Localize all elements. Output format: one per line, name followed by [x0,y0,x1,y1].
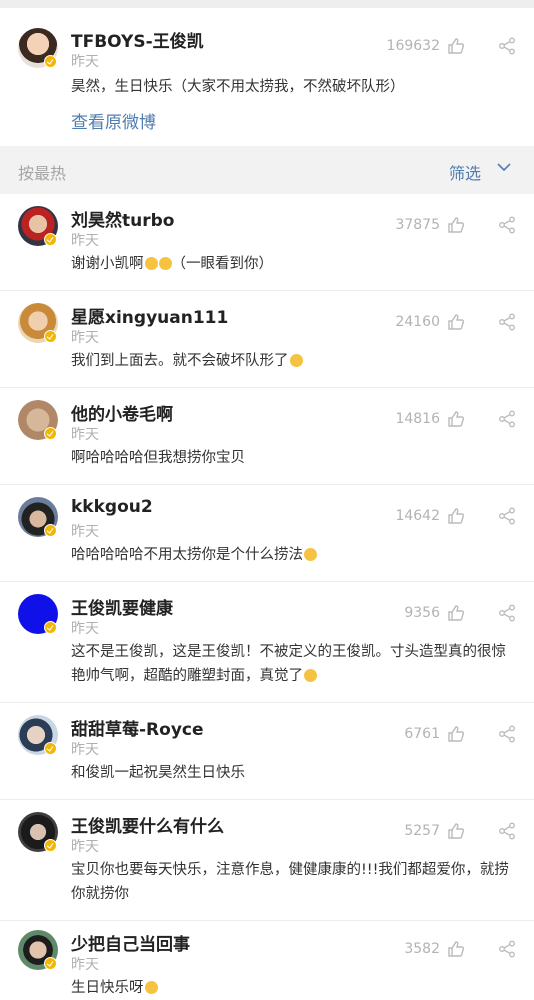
commenter-name[interactable]: 甜甜草莓-Royce [71,715,204,740]
share-icon[interactable] [498,37,516,55]
comment-item: 刘昊然turbo 昨天 37875 谢谢小凯啊 （一眼看到你） [0,194,534,291]
emoji-icon [158,257,172,270]
chevron-down-icon[interactable] [497,162,511,172]
thumb-up-icon[interactable] [447,725,465,743]
comment-item: 他的小卷毛啊 昨天 14816 啊哈哈哈哈但我想捞你宝贝 [0,388,534,485]
thumb-up-icon[interactable] [447,604,465,622]
comment-time: 昨天 [71,957,99,973]
thumb-up-icon[interactable] [447,410,465,428]
share-icon[interactable] [498,822,516,840]
original-post: TFBOYS-王俊凯 昨天 169632 昊然，生日快乐（大家不用太捞我，不然破… [0,8,534,146]
comment-like-count: 9356 [404,605,440,621]
comment-text-part: 我们到上面去。就不会破坏队形了 [71,353,289,369]
comment-text: 这不是王俊凯，这是王俊凯！不被定义的王俊凯。寸头造型真的很惊 [71,644,506,660]
emoji-icon [304,548,317,561]
post-like-count: 169632 [386,38,440,54]
verified-badge-icon [44,621,57,634]
top-separator [0,0,534,8]
comment-like-count: 14816 [395,411,440,427]
comment-like-count: 6761 [404,726,440,742]
commenter-name[interactable]: 王俊凯要什么有什么 [71,812,224,837]
comment-time: 昨天 [71,427,99,443]
comment-text: 和俊凯一起祝昊然生日快乐 [71,765,245,781]
emoji-icon [289,354,303,367]
commenter-name[interactable]: 星愿xingyuan111 [71,303,228,328]
commenter-name[interactable]: 刘昊然turbo [71,206,174,231]
comment-like-count: 5257 [404,823,440,839]
comment-text-part: 谢谢小凯啊 [71,256,144,272]
share-icon[interactable] [498,216,516,234]
comment-time: 昨天 [71,330,99,346]
commenter-name[interactable]: kkkgou2 [71,497,153,517]
commenter-name[interactable]: 他的小卷毛啊 [71,400,173,425]
comment-time: 昨天 [71,621,99,637]
commenter-name[interactable]: 少把自己当回事 [71,930,190,955]
filter-button[interactable]: 筛选 [449,160,481,184]
comment-item: 王俊凯要健康 昨天 9356 这不是王俊凯，这是王俊凯！不被定义的王俊凯。寸头造… [0,582,534,703]
comment-text: 谢谢小凯啊 （一眼看到你） [71,252,273,276]
thumb-up-icon[interactable] [447,313,465,331]
thumb-up-icon[interactable] [447,507,465,525]
share-icon[interactable] [498,604,516,622]
verified-badge-icon [44,427,57,440]
verified-badge-icon [44,524,57,537]
verified-badge-icon [44,839,57,852]
post-text: 昊然，生日快乐（大家不用太捞我，不然破坏队形） [71,79,405,95]
thumb-up-icon[interactable] [447,940,465,958]
comment-text: 宝贝你也要每天快乐，注意作息，健健康康的!!!我们都超爱你，就捞 [71,862,509,878]
sort-filter-bar: 按最热 筛选 [0,146,534,194]
thumb-up-icon[interactable] [447,37,465,55]
verified-badge-icon [44,742,57,755]
comment-text: 我们到上面去。就不会破坏队形了 [71,349,303,373]
emoji-icon [144,257,158,270]
comment-like-count: 3582 [404,941,440,957]
verified-badge-icon [44,330,57,343]
verified-badge-icon [44,957,57,970]
comment-text-line2: 艳帅气啊，超酷的雕塑封面，真觉了 [71,664,317,688]
share-icon[interactable] [498,725,516,743]
comment-time: 昨天 [71,839,99,855]
comment-text-line2: 你就捞你 [71,886,129,902]
comment-text-part: 艳帅气啊，超酷的雕塑封面，真觉了 [71,668,303,684]
emoji-icon [304,669,317,682]
comment-time: 昨天 [71,524,99,540]
comment-like-count: 37875 [395,217,440,233]
share-icon[interactable] [498,940,516,958]
comment-text-part: 哈哈哈哈哈不用太捞你是个什么捞法 [71,547,303,563]
comment-item: 甜甜草莓-Royce 昨天 6761 和俊凯一起祝昊然生日快乐 [0,703,534,800]
comment-like-count: 14642 [395,508,440,524]
comment-like-count: 24160 [395,314,440,330]
comment-text-part: （一眼看到你） [171,256,274,272]
commenter-name[interactable]: 王俊凯要健康 [71,594,173,619]
comment-item: 王俊凯要什么有什么 昨天 5257 宝贝你也要每天快乐，注意作息，健健康康的!!… [0,800,534,921]
emoji-icon [144,981,158,994]
sort-hot-tab[interactable]: 按最热 [18,160,66,184]
share-icon[interactable] [498,313,516,331]
comment-text-part: 生日快乐呀 [71,980,144,996]
verified-badge-icon [44,55,57,68]
view-original-link[interactable]: 查看原微博 [71,108,156,133]
comment-item: kkkgou2 昨天 14642 哈哈哈哈哈不用太捞你是个什么捞法 [0,485,534,582]
comment-text: 生日快乐呀 [71,976,158,1000]
comment-time: 昨天 [71,233,99,249]
comment-item: 少把自己当回事 昨天 3582 生日快乐呀 [0,921,534,1000]
thumb-up-icon[interactable] [447,822,465,840]
comment-text: 哈哈哈哈哈不用太捞你是个什么捞法 [71,543,317,567]
share-icon[interactable] [498,507,516,525]
comment-text: 啊哈哈哈哈但我想捞你宝贝 [71,450,245,466]
verified-badge-icon [44,233,57,246]
comment-time: 昨天 [71,742,99,758]
share-icon[interactable] [498,410,516,428]
thumb-up-icon[interactable] [447,216,465,234]
post-time: 昨天 [71,54,99,70]
comment-item: 星愿xingyuan111 昨天 24160 我们到上面去。就不会破坏队形了 [0,291,534,388]
post-author-name[interactable]: TFBOYS-王俊凯 [71,27,204,52]
